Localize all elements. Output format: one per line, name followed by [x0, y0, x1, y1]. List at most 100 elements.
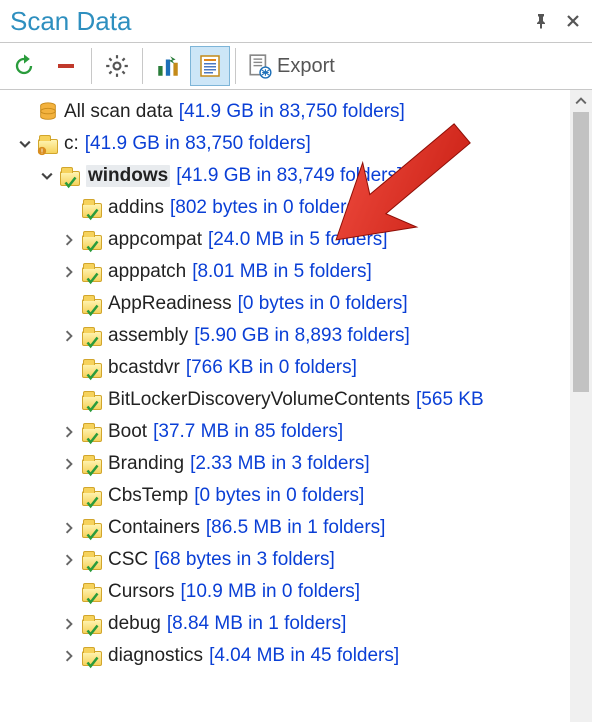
tree-item-stats: [41.9 GB in 83,750 folders]: [85, 133, 311, 155]
tree-root-row[interactable]: All scan data [41.9 GB in 83,750 folders…: [0, 96, 570, 128]
caret-down-icon[interactable]: [16, 135, 34, 153]
folder-icon: [80, 580, 104, 604]
tree-row[interactable]: addins [802 bytes in 0 folders]: [0, 192, 570, 224]
selection-highlight: windows: [86, 165, 170, 187]
tree-item-label: All scan data: [64, 101, 173, 123]
panel-title: Scan Data: [10, 6, 131, 37]
folder-icon: [80, 324, 104, 348]
chart-view-button[interactable]: [148, 46, 188, 86]
folder-icon: [80, 484, 104, 508]
folder-icon: [80, 548, 104, 572]
tree-item-stats: [802 bytes in 0 folders]: [170, 197, 361, 219]
folder-icon: [80, 452, 104, 476]
tree-item-stats: [0 bytes in 0 folders]: [194, 485, 364, 507]
export-button[interactable]: Export: [241, 46, 341, 86]
tree-row[interactable]: appcompat[24.0 MB in 5 folders]: [0, 224, 570, 256]
tree-item-stats: [2.33 MB in 3 folders]: [190, 453, 370, 475]
tree-item-label: apppatch: [108, 261, 186, 283]
tree-row[interactable]: bcastdvr [766 KB in 0 folders]: [0, 352, 570, 384]
caret-right-icon[interactable]: [60, 615, 78, 633]
tree-item-stats: [37.7 MB in 85 folders]: [153, 421, 343, 443]
folder-icon: [80, 356, 104, 380]
tree-item-label: addins: [108, 197, 164, 219]
tree-item-stats: [766 KB in 0 folders]: [186, 357, 357, 379]
tree-item-stats: [4.04 MB in 45 folders]: [209, 645, 399, 667]
tree-item-label: BitLockerDiscoveryVolumeContents: [108, 389, 410, 411]
tree-drive-row[interactable]: c: [41.9 GB in 83,750 folders]: [0, 128, 570, 160]
tree-row[interactable]: debug [8.84 MB in 1 folders]: [0, 608, 570, 640]
folder-icon: [80, 292, 104, 316]
folder-icon: [80, 228, 104, 252]
tree-item-label: debug: [108, 613, 161, 635]
caret-right-icon[interactable]: [60, 231, 78, 249]
folder-icon: [80, 516, 104, 540]
caret-right-icon[interactable]: [60, 551, 78, 569]
tree-row[interactable]: BitLockerDiscoveryVolumeContents [565 KB: [0, 384, 570, 416]
database-icon: [36, 100, 60, 124]
panel-header: Scan Data: [0, 0, 592, 42]
tree-item-label: assembly: [108, 325, 188, 347]
vertical-scrollbar[interactable]: [570, 90, 592, 722]
tree-row[interactable]: Containers[86.5 MB in 1 folders]: [0, 512, 570, 544]
tree-item-label: Branding: [108, 453, 184, 475]
tree-item-label: CSC: [108, 549, 148, 571]
folder-icon: [80, 260, 104, 284]
tree-item-label: windows: [88, 165, 168, 186]
tree-item-label: Boot: [108, 421, 147, 443]
folder-icon: [80, 388, 104, 412]
folder-icon: [80, 612, 104, 636]
tree-row[interactable]: Branding [2.33 MB in 3 folders]: [0, 448, 570, 480]
tree-item-label: Cursors: [108, 581, 175, 603]
tree-item-label: CbsTemp: [108, 485, 188, 507]
tree-item-stats: [565 KB: [416, 389, 484, 411]
settings-button[interactable]: [97, 46, 137, 86]
caret-right-icon[interactable]: [60, 263, 78, 281]
tree-item-stats: [8.01 MB in 5 folders]: [192, 261, 372, 283]
close-icon[interactable]: [564, 12, 582, 30]
folder-icon: [58, 164, 82, 188]
refresh-button[interactable]: [4, 46, 44, 86]
tree-item-label: diagnostics: [108, 645, 203, 667]
toolbar-separator: [142, 48, 143, 84]
caret-right-icon[interactable]: [60, 647, 78, 665]
tree-item-stats: [10.9 MB in 0 folders]: [181, 581, 361, 603]
tree-row[interactable]: apppatch [8.01 MB in 5 folders]: [0, 256, 570, 288]
caret-right-icon[interactable]: [60, 455, 78, 473]
scrollbar-thumb[interactable]: [573, 112, 589, 392]
tree-item-stats: [86.5 MB in 1 folders]: [206, 517, 386, 539]
toolbar-separator: [235, 48, 236, 84]
tree-row[interactable]: diagnostics [4.04 MB in 45 folders]: [0, 640, 570, 672]
folder-icon: [80, 196, 104, 220]
tree-view[interactable]: All scan data [41.9 GB in 83,750 folders…: [0, 90, 570, 722]
tree-selected-row[interactable]: windows [41.9 GB in 83,749 folders]: [0, 160, 570, 192]
export-label: Export: [277, 55, 335, 78]
tree-item-label: AppReadiness: [108, 293, 232, 315]
tree-item-label: appcompat: [108, 229, 202, 251]
tree-row[interactable]: assembly [5.90 GB in 8,893 folders]: [0, 320, 570, 352]
tree-item-stats: [68 bytes in 3 folders]: [154, 549, 335, 571]
toolbar-separator: [91, 48, 92, 84]
folder-icon: [36, 132, 60, 156]
list-view-button[interactable]: [190, 46, 230, 86]
pin-icon[interactable]: [532, 12, 550, 30]
tree-item-stats: [41.9 GB in 83,750 folders]: [179, 101, 405, 123]
tree-item-stats: [8.84 MB in 1 folders]: [167, 613, 347, 635]
caret-right-icon[interactable]: [60, 519, 78, 537]
toolbar: Export: [0, 42, 592, 90]
tree-item-label: c:: [64, 133, 79, 155]
remove-button[interactable]: [46, 46, 86, 86]
tree-row[interactable]: CbsTemp [0 bytes in 0 folders]: [0, 480, 570, 512]
header-controls: [532, 12, 582, 30]
tree-row[interactable]: CSC [68 bytes in 3 folders]: [0, 544, 570, 576]
tree-item-stats: [5.90 GB in 8,893 folders]: [194, 325, 409, 347]
tree-row[interactable]: Boot [37.7 MB in 85 folders]: [0, 416, 570, 448]
tree-item-stats: [41.9 GB in 83,749 folders]: [176, 165, 402, 187]
tree-row[interactable]: Cursors [10.9 MB in 0 folders]: [0, 576, 570, 608]
caret-down-icon[interactable]: [38, 167, 56, 185]
scroll-up-icon[interactable]: [570, 90, 592, 112]
caret-right-icon[interactable]: [60, 327, 78, 345]
folder-icon: [80, 644, 104, 668]
caret-right-icon[interactable]: [60, 423, 78, 441]
tree-item-label: bcastdvr: [108, 357, 180, 379]
tree-row[interactable]: AppReadiness[0 bytes in 0 folders]: [0, 288, 570, 320]
